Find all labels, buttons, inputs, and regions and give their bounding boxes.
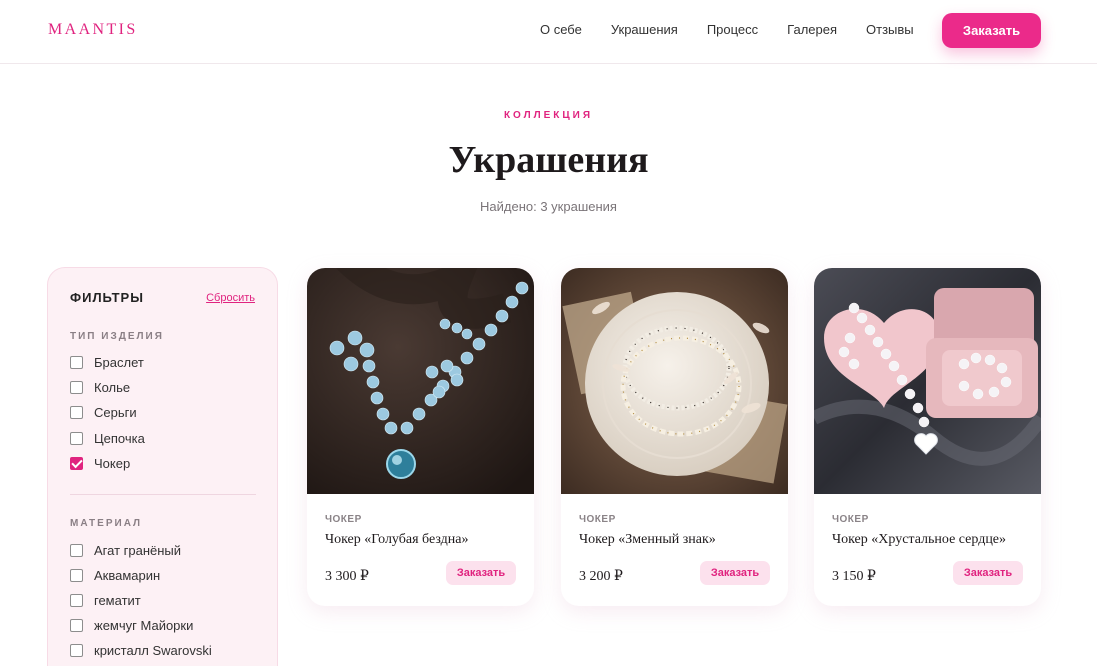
product-image[interactable]	[814, 268, 1041, 494]
product-type: ЧОКЕР	[832, 514, 869, 525]
checkbox[interactable]	[70, 619, 83, 632]
site-header: MAANTIS О себе Украшения Процесс Галерея…	[0, 0, 1097, 64]
section-eyebrow: КОЛЛЕКЦИЯ	[503, 110, 594, 121]
nav-link-jewelry[interactable]: Украшения	[611, 22, 678, 37]
nav-link-reviews[interactable]: Отзывы	[866, 22, 914, 37]
filter-option-hematite[interactable]: гематит	[70, 593, 141, 608]
filter-option-earrings[interactable]: Серьги	[70, 405, 137, 420]
product-image[interactable]	[561, 268, 788, 494]
filter-option-agate[interactable]: Агат гранёный	[70, 543, 181, 558]
filter-group-type-title: ТИП ИЗДЕЛИЯ	[70, 331, 164, 342]
product-type: ЧОКЕР	[325, 514, 362, 525]
checkbox[interactable]	[70, 544, 83, 557]
results-count: Найдено: 3 украшения	[480, 199, 617, 214]
filter-option-pearl[interactable]: жемчуг Майорки	[70, 618, 193, 633]
nav-link-about[interactable]: О себе	[540, 22, 582, 37]
filter-group-material-title: МАТЕРИАЛ	[70, 518, 143, 529]
checkbox[interactable]	[70, 356, 83, 369]
product-price: 3 150 ₽	[832, 569, 876, 584]
product-image[interactable]	[307, 268, 534, 494]
product-name[interactable]: Чокер «Хрустальное сердце»	[832, 532, 1006, 548]
checkbox[interactable]	[70, 569, 83, 582]
filters-title: ФИЛЬТРЫ	[70, 290, 144, 305]
filter-option-necklace[interactable]: Колье	[70, 380, 130, 395]
product-name[interactable]: Чокер «Голубая бездна»	[325, 532, 468, 548]
checkbox-checked[interactable]	[70, 457, 83, 470]
product-type: ЧОКЕР	[579, 514, 616, 525]
product-card[interactable]: ЧОКЕР Чокер «Зменный знак» 3 200 ₽ Заказ…	[561, 268, 788, 606]
order-product-button[interactable]: Заказать	[446, 561, 516, 585]
product-card[interactable]: ЧОКЕР Чокер «Голубая бездна» 3 300 ₽ Зак…	[307, 268, 534, 606]
filter-option-choker[interactable]: Чокер	[70, 456, 130, 471]
page-title: Украшения	[448, 139, 649, 181]
nav-link-gallery[interactable]: Галерея	[787, 22, 837, 37]
checkbox[interactable]	[70, 432, 83, 445]
product-price: 3 300 ₽	[325, 569, 369, 584]
nav-link-process[interactable]: Процесс	[707, 22, 758, 37]
main-nav: О себе Украшения Процесс Галерея Отзывы	[540, 22, 943, 37]
filter-option-chain[interactable]: Цепочка	[70, 431, 145, 446]
checkbox[interactable]	[70, 644, 83, 657]
product-price: 3 200 ₽	[579, 569, 623, 584]
checkbox[interactable]	[70, 406, 83, 419]
checkbox[interactable]	[70, 381, 83, 394]
product-name[interactable]: Чокер «Зменный знак»	[579, 532, 716, 548]
order-product-button[interactable]: Заказать	[953, 561, 1023, 585]
filter-divider	[70, 494, 256, 495]
filter-option-aquamarine[interactable]: Аквамарин	[70, 568, 160, 583]
brand-logo[interactable]: MAANTIS	[48, 21, 138, 39]
reset-filters-link[interactable]: Сбросить	[206, 292, 255, 304]
filter-option-swarovski[interactable]: кристалл Swarovski	[70, 643, 212, 658]
order-button[interactable]: Заказать	[942, 13, 1041, 48]
product-card[interactable]: ЧОКЕР Чокер «Хрустальное сердце» 3 150 ₽…	[814, 268, 1041, 606]
order-product-button[interactable]: Заказать	[700, 561, 770, 585]
filter-option-bracelet[interactable]: Браслет	[70, 355, 144, 370]
filters-panel: ФИЛЬТРЫ Сбросить ТИП ИЗДЕЛИЯ Браслет Кол…	[47, 267, 278, 666]
checkbox[interactable]	[70, 594, 83, 607]
